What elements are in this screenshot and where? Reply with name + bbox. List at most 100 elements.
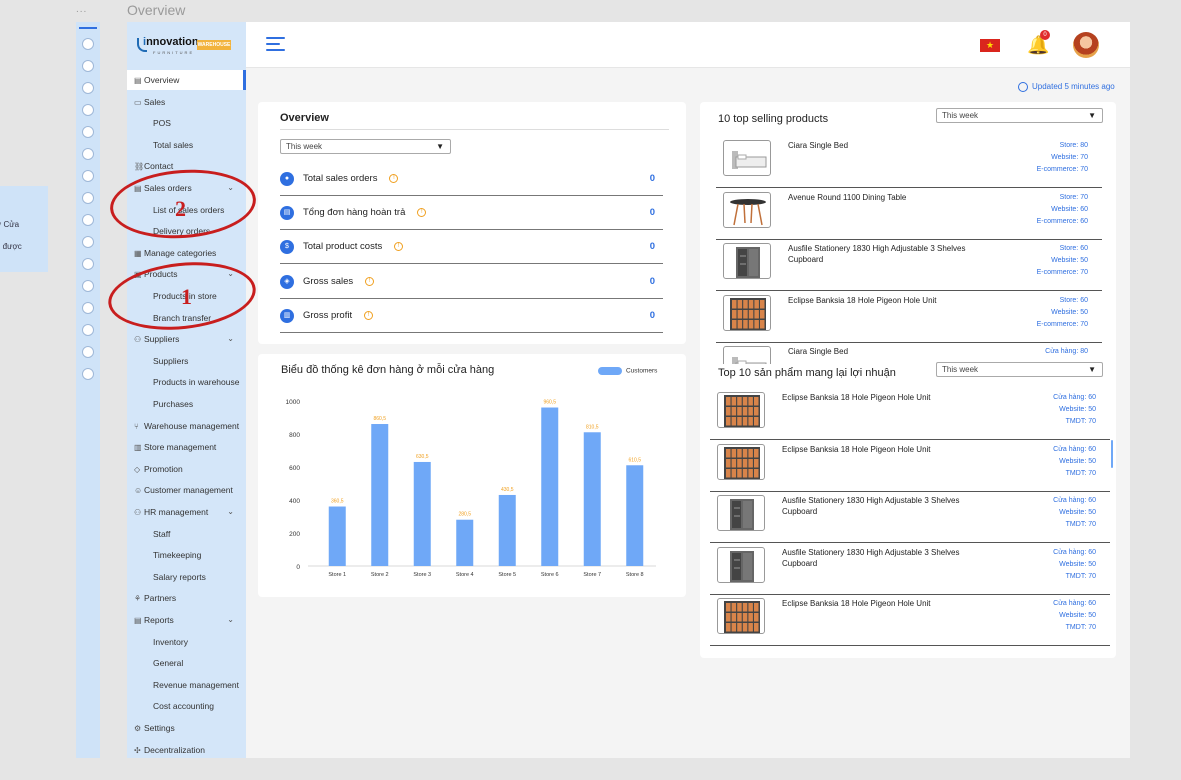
sidebar-item-staff[interactable]: Staff: [127, 524, 246, 544]
sidebar-item-label: General: [153, 658, 184, 669]
divider: [280, 129, 669, 130]
product-row[interactable]: Ausfile Stationery 1830 High Adjustable …: [710, 543, 1110, 595]
top-selling-period-select[interactable]: This week ▼: [936, 108, 1103, 123]
info-icon[interactable]: !: [364, 310, 374, 320]
rail-nav-icon[interactable]: [82, 346, 94, 358]
rail-nav-icon[interactable]: [82, 368, 94, 380]
permission-icon: ✣: [134, 745, 141, 755]
store-icon: ▥: [134, 443, 142, 453]
rail-nav-icon[interactable]: [82, 38, 94, 50]
sidebar-item-reports[interactable]: ▤ Reports ⌄: [127, 610, 246, 630]
rail-nav-icon[interactable]: [82, 236, 94, 248]
info-icon[interactable]: !: [365, 276, 375, 286]
chart-bar[interactable]: [371, 424, 389, 566]
sidebar-item-overview[interactable]: ▤ Overview: [127, 70, 246, 90]
product-row[interactable]: Eclipse Banksia 18 Hole Pigeon Hole Unit…: [716, 291, 1102, 343]
chart-bar[interactable]: [583, 432, 601, 566]
sidebar-item-salary-reports[interactable]: Salary reports: [127, 567, 246, 587]
avatar[interactable]: [1073, 32, 1099, 58]
product-row[interactable]: Ausfile Stationery 1830 High Adjustable …: [716, 239, 1102, 291]
info-icon[interactable]: !: [389, 173, 399, 183]
sidebar-item-inventory[interactable]: Inventory: [127, 632, 246, 652]
product-name: Eclipse Banksia 18 Hole Pigeon Hole Unit: [782, 393, 931, 402]
sidebar-item-promotion[interactable]: ◇ Promotion: [127, 459, 246, 479]
rail-nav-icon[interactable]: [82, 302, 94, 314]
product-row[interactable]: Ausfile Stationery 1830 High Adjustable …: [710, 491, 1110, 543]
metric-name: Gross sales: [303, 275, 354, 287]
info-icon[interactable]: !: [417, 208, 427, 218]
sidebar-item-suppliers[interactable]: ⚇ Suppliers ⌄: [127, 329, 246, 349]
sidebar-item-total-sales[interactable]: Total sales: [127, 135, 246, 155]
rail-nav-icon[interactable]: [82, 148, 94, 160]
overview-row-value: 0: [649, 309, 655, 321]
rail-nav-icon[interactable]: [82, 280, 94, 292]
rail-nav-icon[interactable]: [82, 170, 94, 182]
product-row[interactable]: Eclipse Banksia 18 Hole Pigeon Hole Unit…: [710, 594, 1110, 646]
sidebar-item-purchases[interactable]: Purchases: [127, 394, 246, 414]
rail-nav-icon[interactable]: [82, 258, 94, 270]
x-tick-label: Store 3: [413, 572, 431, 578]
product-stat: Website: 50: [1051, 257, 1088, 264]
overview-row-label: Gross profit!: [303, 310, 374, 321]
x-tick-label: Store 7: [583, 572, 601, 578]
rail-nav-icon[interactable]: [82, 192, 94, 204]
product-row[interactable]: Avenue Round 1100 Dining Table Store: 70 W…: [716, 188, 1102, 240]
sidebar-item-store-management[interactable]: ▥ Store management: [127, 437, 246, 457]
chart-bar[interactable]: [456, 519, 474, 566]
products-card: 10 top selling products This week ▼ Ciar…: [700, 102, 1116, 658]
vietnam-flag-icon[interactable]: ★: [980, 39, 1000, 52]
rail-nav-icon[interactable]: [82, 82, 94, 94]
chart-legend: Customers: [598, 367, 657, 375]
rail-nav-icon[interactable]: [82, 324, 94, 336]
sidebar-item-label: Suppliers: [153, 355, 189, 366]
cart-icon: ●: [280, 172, 294, 186]
product-name: Eclipse Banksia 18 Hole Pigeon Hole Unit: [788, 295, 937, 305]
sidebar-item-general[interactable]: General: [127, 653, 246, 673]
sidebar-item-decentralization[interactable]: ✣ Decentralization: [127, 740, 246, 760]
sidebar-item-partners[interactable]: ⚘ Partners: [127, 588, 246, 608]
chart-bar[interactable]: [413, 461, 431, 566]
chart-bar[interactable]: [328, 506, 346, 566]
brand-logo[interactable]: innovation WAREHOUSE FURNITURE: [137, 36, 233, 56]
sidebar-item-cost-accounting[interactable]: Cost accounting: [127, 696, 246, 716]
product-row[interactable]: Ciara Single Bed Store: 80 Website: 70 E-co…: [716, 136, 1102, 188]
product-row[interactable]: Eclipse Banksia 18 Hole Pigeon Hole Unit…: [710, 388, 1110, 440]
product-row[interactable]: Ciara Single Bed Cửa hàng: 80: [716, 342, 1102, 364]
overview-period-select[interactable]: This week ▼: [280, 139, 451, 154]
sidebar-item-warehouse-management[interactable]: ⑂ Warehouse management: [127, 416, 246, 436]
sidebar-item-hr-management[interactable]: ⚇ HR management ⌄: [127, 502, 246, 522]
sidebar-item-settings[interactable]: ⚙ Settings: [127, 718, 246, 738]
bar-value-label: 860,5: [373, 416, 386, 422]
side-note: ở Cửa g được: [0, 186, 48, 272]
product-thumbnail: [717, 443, 765, 480]
sidebar-item-timekeeping[interactable]: Timekeeping: [127, 545, 246, 565]
sidebar-item-products-in-warehouse[interactable]: Products in warehouse: [127, 372, 246, 392]
sidebar-item-pos[interactable]: POS: [127, 113, 246, 133]
chart-bar[interactable]: [626, 465, 644, 566]
logo-warehouse-tag: WAREHOUSE: [197, 40, 231, 50]
sidebar-item-label: Suppliers: [144, 334, 180, 345]
info-icon[interactable]: !: [394, 242, 404, 252]
product-row[interactable]: Eclipse Banksia 18 Hole Pigeon Hole Unit…: [710, 440, 1110, 492]
side-note-line: ở Cửa: [0, 220, 20, 229]
sidebar-item-revenue-management[interactable]: Revenue management: [127, 675, 246, 695]
sidebar-item-label: Promotion: [144, 463, 183, 474]
product-stat: Store: 80: [1059, 142, 1088, 149]
rail-nav-icon[interactable]: [82, 104, 94, 116]
rail-nav-icon[interactable]: [82, 126, 94, 138]
sidebar-item-customer-management[interactable]: ☺ Customer management: [127, 480, 246, 500]
sidebar-item-manage-categories[interactable]: ▦ Manage categories: [127, 243, 246, 263]
top-profit-period-select[interactable]: This week ▼: [936, 362, 1103, 377]
chart-bar[interactable]: [498, 494, 516, 566]
overview-row: ◈ Gross sales! 0: [280, 265, 663, 299]
product-stat: Website: 50: [1059, 612, 1096, 619]
chevron-down-icon: ⌄: [227, 615, 234, 624]
rail-nav-icon[interactable]: [82, 214, 94, 226]
sidebar-item-suppliers[interactable]: Suppliers: [127, 351, 246, 371]
scrollbar[interactable]: [1111, 440, 1113, 468]
menu-toggle-icon[interactable]: [266, 37, 285, 51]
sidebar-item-sales[interactable]: ▭ Sales: [127, 92, 246, 112]
rail-nav-icon[interactable]: [82, 60, 94, 72]
chart-bar[interactable]: [541, 407, 559, 566]
overview-row-value: 0: [649, 173, 655, 184]
